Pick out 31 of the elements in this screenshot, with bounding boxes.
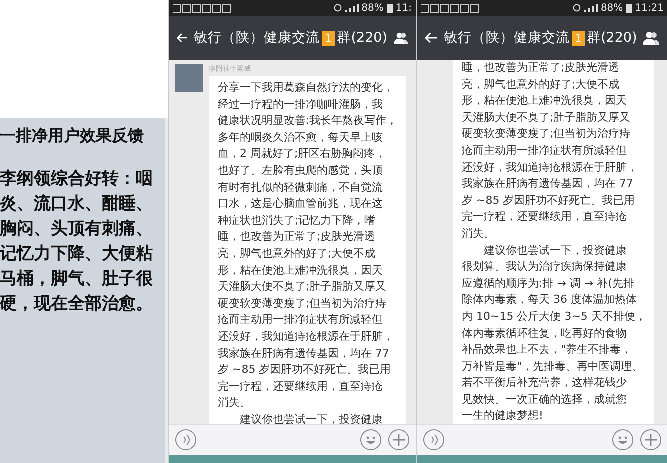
notification-icons-drawing	[421, 4, 479, 12]
emoji-icon[interactable]	[360, 429, 382, 451]
back-arrow-icon[interactable]	[177, 32, 188, 44]
chat-title: 敏行（陕）健康交流	[444, 29, 570, 47]
voice-icon[interactable]	[423, 429, 445, 451]
notification-icons-drawing	[173, 4, 231, 12]
plus-icon[interactable]	[388, 429, 410, 451]
chat-title: 敏行（陕）健康交流	[194, 29, 320, 47]
signal-icon	[344, 4, 359, 12]
back-arrow-icon[interactable]	[425, 32, 438, 44]
voice-icon[interactable]	[175, 429, 197, 451]
battery-percent: 88%	[600, 2, 624, 14]
signal-icon	[584, 4, 598, 12]
plus-icon[interactable]	[640, 429, 662, 451]
alarm-icon	[334, 4, 342, 12]
unread-badge: 1	[572, 30, 585, 46]
battery-icon	[626, 4, 632, 12]
slide-title: 一排净用户效果反馈	[0, 126, 145, 147]
alarm-icon	[572, 4, 581, 12]
member-count: 群(220)	[337, 29, 388, 47]
battery-percent: 88%	[362, 2, 384, 14]
avatar-photo-placeholder	[175, 64, 203, 92]
message-bubble: 睡，也改善为正常了;皮肤光滑透 亮，脚气也意外的好了;大便不成 形，粘在便池上难冲洗很臭，因天 天灌肠大便不臭了;肚子脂肪又厚又 硬变软变薄变瘦了;但当初为治疗痔 疮而主动用一排净症状有所减轻但 还没好，我知道痔疮根源在于肝脏， 我家族在肝病有遗传基因，均在 77 岁 ~85 岁因肝功不好死亡。我已用 完一疗程，还要继续用，直至痔疮 消失。 建议你也尝试一下，投资健康 很划算。我认为治疗疾病保持健康 应遵循的顺序为:排 → 调 → 补(先排 除体内毒素，每天 36 度体温加热体 内 10~15 公斤大便 3~5 天不排便， 体内毒素循环往复，吃再好的食物 补品效果也上不去，"养生不排毒， 万补皆是毒"，先排毒、再中医调理、 若不平衡后补充营养，这样花钱少 见效快。一次正确的选择，成就您 一生的健康梦想!	[453, 60, 654, 424]
unread-badge: 1	[322, 30, 336, 46]
emoji-icon[interactable]	[612, 429, 634, 451]
member-count: 群(220)	[586, 29, 638, 47]
group-members-icon[interactable]	[394, 30, 408, 46]
status-time: 11:	[396, 2, 412, 14]
battery-icon	[386, 4, 393, 12]
status-time: 11:21	[635, 2, 664, 14]
group-members-icon[interactable]	[643, 30, 660, 46]
